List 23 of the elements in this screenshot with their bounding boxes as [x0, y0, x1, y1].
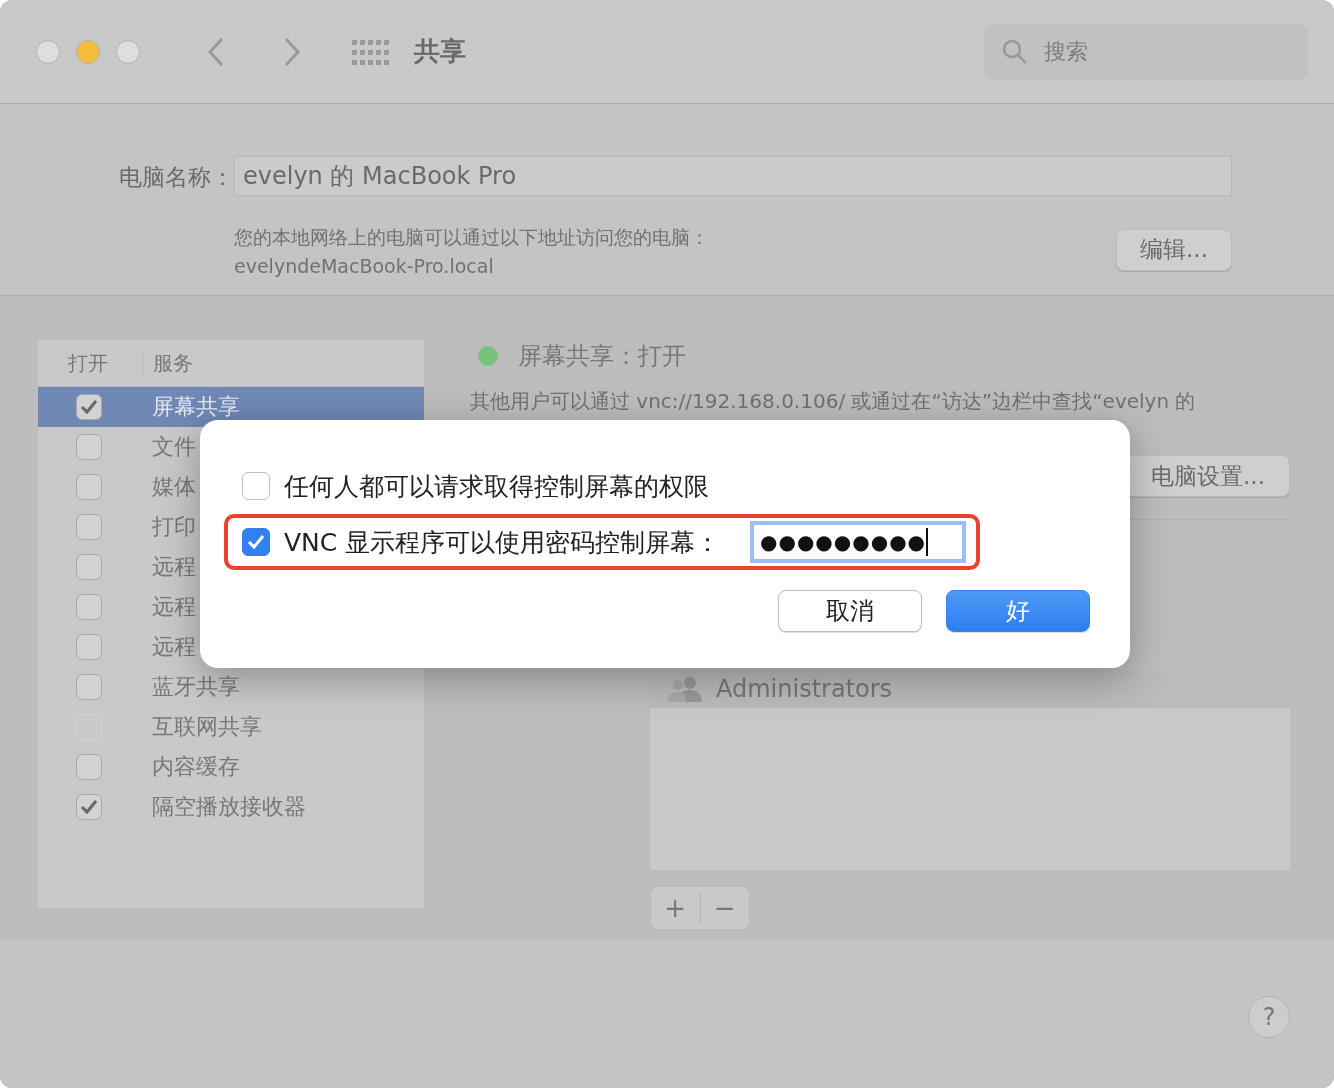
- password-dots: ●●●●●●●●●: [760, 530, 927, 554]
- local-address: evelyndeMacBook-Pro.local: [234, 253, 495, 279]
- option-label: 任何人都可以请求取得控制屏幕的权限: [284, 470, 709, 503]
- service-name: 内容缓存: [152, 753, 240, 781]
- service-name: 屏幕共享: [152, 393, 240, 421]
- column-header: 打开: [67, 349, 109, 377]
- user-group-name: Administrators: [716, 675, 893, 703]
- service-name: 互联网共享: [152, 713, 262, 741]
- window-title: 共享: [414, 35, 466, 68]
- service-name: 远程: [152, 633, 196, 661]
- description: 其他用户可以通过 vnc://192.168.0.106/ 或通过在“访达”边栏中查找“evelyn 的: [470, 388, 1197, 415]
- address-note: 您的本地网络上的电脑可以通过以下地址访问您的电脑：: [234, 224, 710, 250]
- status-text: 屏幕共享：打开: [518, 341, 686, 372]
- service-name: 蓝牙共享: [152, 673, 240, 701]
- computer-name-label: 电脑名称：: [119, 163, 234, 192]
- service-name: 远程: [152, 553, 196, 581]
- option-label: VNC 显示程序可以使用密码控制屏幕：: [284, 526, 721, 559]
- service-name: 打印: [152, 513, 196, 541]
- column-header: 服务: [142, 349, 342, 377]
- service-name: 媒体: [152, 473, 196, 501]
- service-name: 隔空播放接收器: [152, 793, 306, 821]
- service-name: 文件: [152, 433, 196, 461]
- service-name: 远程: [152, 593, 196, 621]
